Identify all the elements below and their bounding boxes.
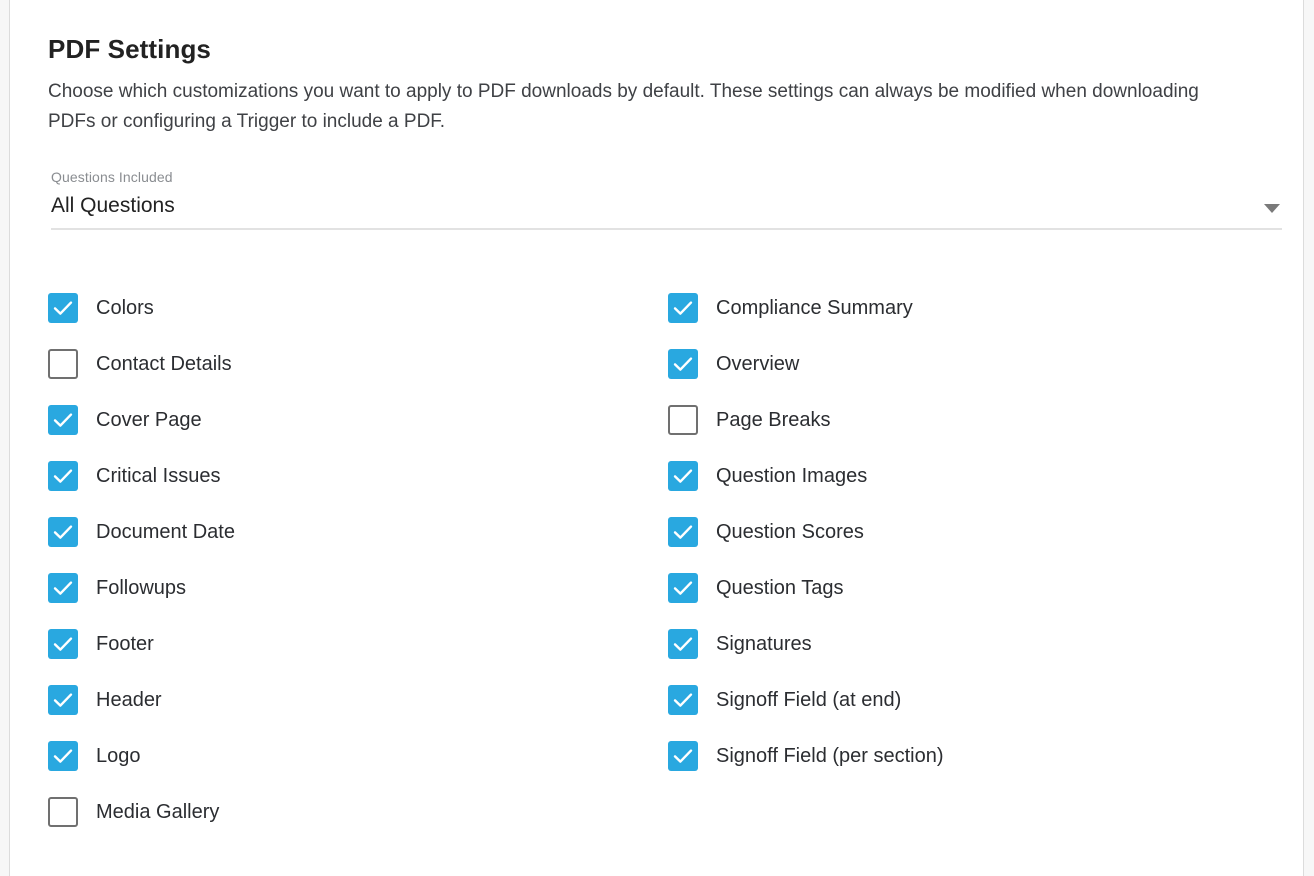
option-label: Page Breaks [716, 409, 831, 431]
page-title: PDF Settings [48, 34, 211, 64]
option-label: Followups [96, 577, 187, 599]
checkbox-checked-icon[interactable] [48, 293, 78, 323]
questions-included-field: Questions Included All Questions [48, 168, 1282, 230]
checkbox-checked-icon[interactable] [48, 517, 78, 547]
option-label: Footer [96, 633, 154, 655]
questions-included-label: Questions Included [51, 169, 173, 185]
checkbox-checked-icon[interactable] [48, 461, 78, 491]
checkbox-checked-icon[interactable] [48, 573, 78, 603]
checkbox-checked-icon[interactable] [48, 405, 78, 435]
checkbox-checked-icon[interactable] [668, 629, 698, 659]
options-column-right: Compliance Summary Overview Page Breaks Que… [668, 280, 1268, 840]
pdf-settings-screen: PDF Settings Choose which customizations… [0, 0, 1314, 876]
option-label: Signoff Field (at end) [716, 689, 902, 711]
option-row[interactable]: Question Tags [668, 560, 1268, 616]
option-label: Question Scores [716, 521, 864, 543]
options-column-left: Colors Contact Details Cover Page Critical … [48, 280, 668, 840]
option-label: Signoff Field (per section) [716, 745, 944, 767]
option-label: Overview [716, 353, 800, 375]
option-row[interactable]: Media Gallery [48, 784, 668, 840]
checkbox-checked-icon[interactable] [668, 461, 698, 491]
page-description: Choose which customizations you want to … [48, 81, 1199, 132]
option-row[interactable]: Page Breaks [668, 392, 1268, 448]
checkbox-unchecked-icon[interactable] [48, 797, 78, 827]
option-label: Question Tags [716, 577, 844, 599]
chevron-down-icon[interactable] [1264, 204, 1280, 213]
checkbox-checked-icon[interactable] [48, 629, 78, 659]
option-label: Contact Details [96, 353, 232, 375]
option-label: Logo [96, 745, 141, 767]
option-row[interactable]: Signatures [668, 616, 1268, 672]
option-label: Question Images [716, 465, 868, 487]
pdf-options-grid: Colors Contact Details Cover Page Critical … [48, 280, 1271, 840]
option-row[interactable]: Cover Page [48, 392, 668, 448]
option-row[interactable]: Question Scores [668, 504, 1268, 560]
settings-panel: PDF Settings Choose which customizations… [10, 0, 1303, 876]
option-row[interactable]: Logo [48, 728, 668, 784]
option-label: Critical Issues [96, 465, 221, 487]
left-gutter [0, 0, 9, 876]
checkbox-checked-icon[interactable] [668, 741, 698, 771]
checkbox-checked-icon[interactable] [48, 741, 78, 771]
checkbox-unchecked-icon[interactable] [668, 405, 698, 435]
scrollbar-track[interactable] [1304, 0, 1314, 876]
questions-included-select[interactable]: All Questions [51, 193, 1282, 230]
option-row[interactable]: Footer [48, 616, 668, 672]
option-row[interactable]: Question Images [668, 448, 1268, 504]
option-row[interactable]: Document Date [48, 504, 668, 560]
option-row[interactable]: Colors [48, 280, 668, 336]
option-row[interactable]: Followups [48, 560, 668, 616]
option-label: Media Gallery [96, 801, 220, 823]
option-label: Colors [96, 297, 154, 319]
checkbox-checked-icon[interactable] [48, 685, 78, 715]
checkbox-checked-icon[interactable] [668, 517, 698, 547]
option-row[interactable]: Compliance Summary [668, 280, 1268, 336]
checkbox-checked-icon[interactable] [668, 573, 698, 603]
checkbox-checked-icon[interactable] [668, 293, 698, 323]
option-row[interactable]: Critical Issues [48, 448, 668, 504]
option-label: Signatures [716, 633, 812, 655]
questions-included-value: All Questions [51, 194, 175, 217]
checkbox-checked-icon[interactable] [668, 349, 698, 379]
option-row[interactable]: Signoff Field (at end) [668, 672, 1268, 728]
option-label: Document Date [96, 521, 235, 543]
checkbox-checked-icon[interactable] [668, 685, 698, 715]
option-row[interactable]: Contact Details [48, 336, 668, 392]
option-row[interactable]: Overview [668, 336, 1268, 392]
checkbox-unchecked-icon[interactable] [48, 349, 78, 379]
option-label: Compliance Summary [716, 297, 913, 319]
option-row[interactable]: Header [48, 672, 668, 728]
option-label: Header [96, 689, 162, 711]
option-row[interactable]: Signoff Field (per section) [668, 728, 1268, 784]
option-label: Cover Page [96, 409, 202, 431]
